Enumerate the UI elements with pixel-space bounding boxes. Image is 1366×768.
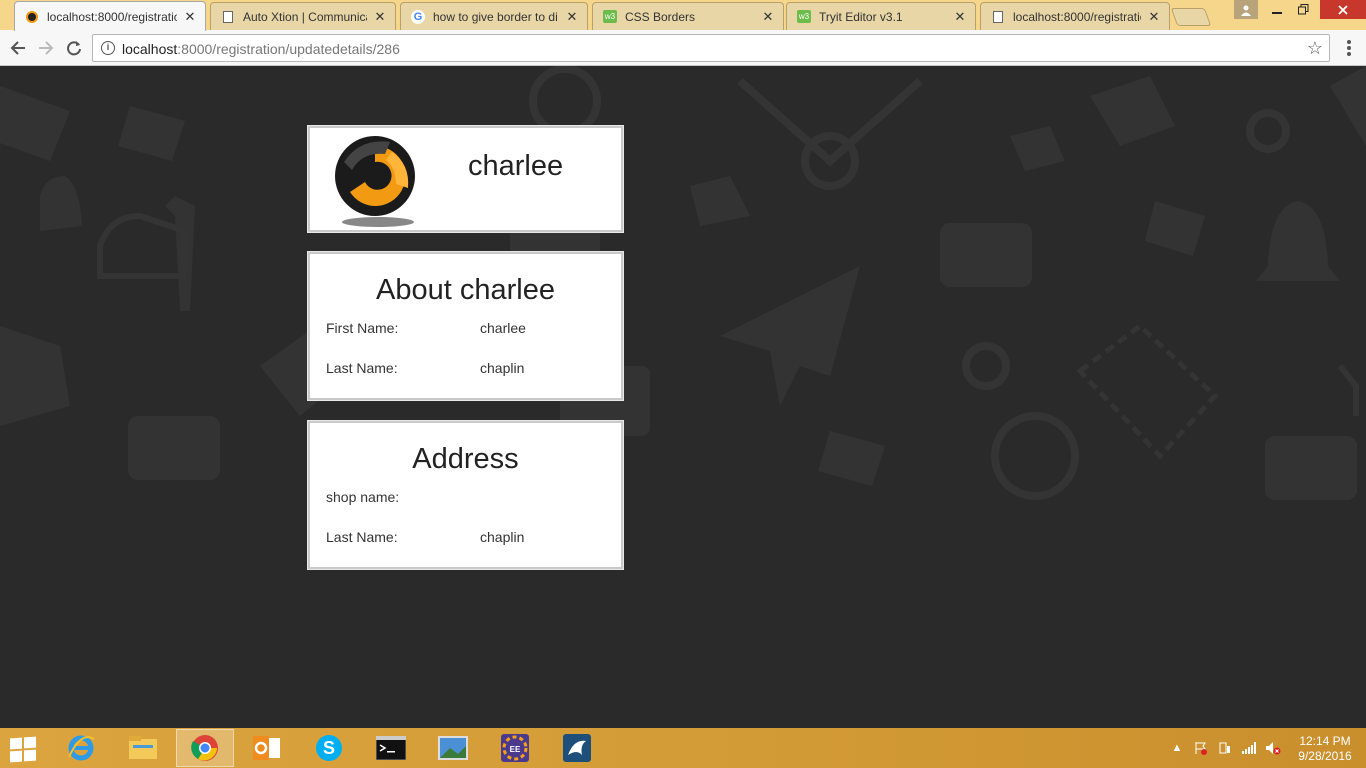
java-ee-ide-icon[interactable]: EE (486, 729, 544, 767)
last-name-value: chaplin (480, 360, 525, 376)
about-heading: About charlee (376, 274, 555, 306)
tab-title: Auto Xtion | Communicat (243, 9, 367, 24)
tab-auto-xtion[interactable]: Auto Xtion | Communicat ✕ (210, 2, 396, 30)
tab-registration-2[interactable]: localhost:8000/registratic ✕ (980, 2, 1170, 30)
system-clock[interactable]: 12:14 PM 9/28/2016 (1290, 734, 1360, 764)
address-heading: Address (412, 443, 519, 475)
tab-title: CSS Borders (625, 9, 696, 24)
w3schools-icon: w3 (603, 10, 617, 23)
chrome-icon[interactable] (176, 729, 234, 767)
clock-date: 9/28/2016 (1298, 749, 1352, 763)
url-path: :8000/registration/updatedetails/286 (177, 41, 400, 57)
chrome-menu-icon[interactable] (1342, 38, 1356, 58)
first-name-label: First Name: (326, 320, 399, 336)
w3schools-icon: w3 (797, 10, 811, 23)
device-icon[interactable] (1216, 728, 1234, 768)
svg-text:S: S (323, 738, 335, 758)
close-icon[interactable]: ✕ (1147, 9, 1161, 25)
photos-icon[interactable] (424, 729, 482, 767)
restore-icon[interactable] (1290, 0, 1316, 19)
network-signal-icon[interactable] (1240, 728, 1258, 768)
address-bar[interactable]: i localhost:8000/registration/updatedeta… (92, 34, 1330, 62)
show-hidden-icons-icon[interactable]: ▲ (1168, 728, 1186, 768)
command-prompt-icon[interactable] (362, 729, 420, 767)
file-explorer-icon[interactable] (114, 729, 172, 767)
close-icon[interactable]: ✕ (373, 9, 387, 25)
page-content: charlee About charlee First Name: charle… (0, 66, 1366, 728)
browser-toolbar: i localhost:8000/registration/updatedeta… (0, 30, 1366, 66)
shop-name-label: shop name: (326, 489, 400, 505)
url-host: localhost (122, 41, 178, 57)
clock-time: 12:14 PM (1299, 734, 1351, 748)
reload-icon[interactable] (62, 36, 86, 60)
action-center-flag-icon[interactable] (1192, 728, 1210, 768)
windows-start-icon[interactable] (10, 736, 38, 763)
tab-title: Tryit Editor v3.1 (819, 9, 903, 24)
minimize-icon[interactable] (1264, 0, 1290, 19)
address-card: Address shop name: Last Name: chaplin (307, 420, 624, 570)
close-window-icon[interactable] (1320, 0, 1366, 19)
site-logo-icon (25, 10, 39, 24)
url-text: localhost:8000/registration/updatedetail… (122, 41, 400, 57)
address-last-name-value: chaplin (480, 529, 525, 545)
close-icon[interactable]: ✕ (183, 9, 197, 25)
close-icon[interactable]: ✕ (761, 9, 775, 25)
background-pattern (0, 66, 1366, 500)
user-profile-icon[interactable] (1234, 0, 1258, 19)
tab-title: localhost:8000/registratic (1013, 9, 1141, 24)
svg-text:EE: EE (510, 745, 521, 754)
document-icon (221, 10, 235, 24)
profile-name: charlee (468, 150, 564, 182)
system-tray: ▲ (1168, 728, 1288, 768)
forward-arrow-icon[interactable] (34, 36, 58, 60)
profile-logo-icon (335, 136, 415, 227)
first-name-value: charlee (480, 320, 526, 336)
last-name-label: Last Name: (326, 360, 398, 376)
bookmark-star-icon[interactable]: ☆ (1307, 38, 1323, 59)
google-icon: G (411, 9, 425, 24)
about-card: About charlee First Name: charlee Last N… (307, 251, 624, 401)
internet-explorer-icon[interactable] (52, 729, 110, 767)
back-arrow-icon[interactable] (6, 36, 30, 60)
new-tab-button[interactable] (1170, 8, 1212, 26)
tab-tryit-editor[interactable]: w3 Tryit Editor v3.1 ✕ (786, 2, 976, 30)
tab-title: how to give border to di (433, 9, 558, 24)
address-last-name-label: Last Name: (326, 529, 398, 545)
tab-registration-active[interactable]: localhost:8000/registratic ✕ (14, 1, 206, 31)
profile-card: charlee (307, 125, 624, 233)
outlook-icon[interactable] (238, 729, 296, 767)
skype-icon[interactable]: S (300, 729, 358, 767)
close-icon[interactable]: ✕ (953, 9, 967, 25)
info-icon[interactable]: i (101, 41, 115, 55)
mysql-workbench-icon[interactable] (548, 729, 606, 767)
tab-title: localhost:8000/registratic (47, 9, 177, 24)
tab-google-search[interactable]: G how to give border to di ✕ (400, 2, 588, 30)
browser-tab-strip: localhost:8000/registratic ✕ Auto Xtion … (0, 0, 1366, 31)
close-icon[interactable]: ✕ (565, 9, 579, 25)
windows-taskbar: S EE ▲ 12:14 PM 9/28/2016 (0, 728, 1366, 768)
document-icon (991, 10, 1005, 24)
volume-muted-icon[interactable] (1264, 728, 1282, 768)
tab-css-borders[interactable]: w3 CSS Borders ✕ (592, 2, 784, 30)
